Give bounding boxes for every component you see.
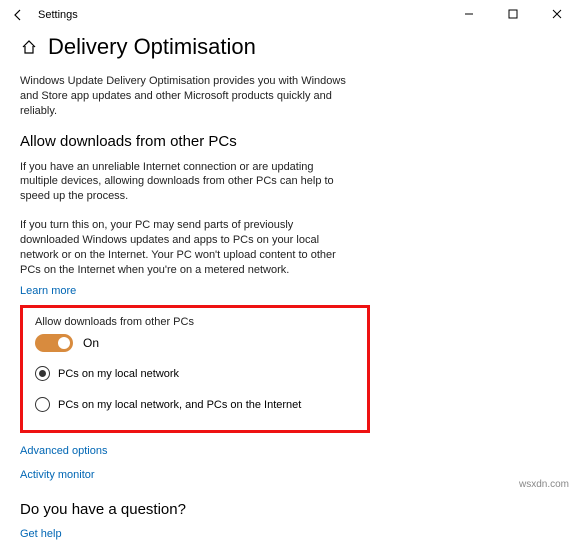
radio-local-network[interactable]: PCs on my local network xyxy=(35,366,355,381)
radio-internet[interactable]: PCs on my local network, and PCs on the … xyxy=(35,397,355,412)
allow-downloads-toggle[interactable] xyxy=(35,334,73,352)
highlighted-options-box: Allow downloads from other PCs On PCs on… xyxy=(20,305,370,433)
radio-icon xyxy=(35,397,50,412)
paragraph-2: If you turn this on, your PC may send pa… xyxy=(20,218,350,277)
radio-icon xyxy=(35,366,50,381)
page-heading: Delivery Optimisation xyxy=(48,34,256,60)
question-heading: Do you have a question? xyxy=(20,501,559,518)
intro-text: Windows Update Delivery Optimisation pro… xyxy=(20,74,350,119)
advanced-options-link[interactable]: Advanced options xyxy=(20,445,107,457)
get-help-link[interactable]: Get help xyxy=(20,528,62,540)
toggle-label: Allow downloads from other PCs xyxy=(35,316,355,328)
paragraph-1: If you have an unreliable Internet conne… xyxy=(20,160,350,205)
minimize-button[interactable] xyxy=(447,0,491,28)
toggle-state-text: On xyxy=(83,336,99,350)
window-title: Settings xyxy=(38,9,78,21)
section-heading: Allow downloads from other PCs xyxy=(20,133,559,150)
radio-local-label: PCs on my local network xyxy=(58,368,179,380)
back-button[interactable] xyxy=(6,3,30,27)
close-button[interactable] xyxy=(535,0,579,28)
activity-monitor-link[interactable]: Activity monitor xyxy=(20,469,95,481)
watermark: wsxdn.com xyxy=(519,479,569,490)
learn-more-link[interactable]: Learn more xyxy=(20,285,76,297)
maximize-button[interactable] xyxy=(491,0,535,28)
home-icon[interactable] xyxy=(20,38,38,56)
radio-internet-label: PCs on my local network, and PCs on the … xyxy=(58,399,301,411)
